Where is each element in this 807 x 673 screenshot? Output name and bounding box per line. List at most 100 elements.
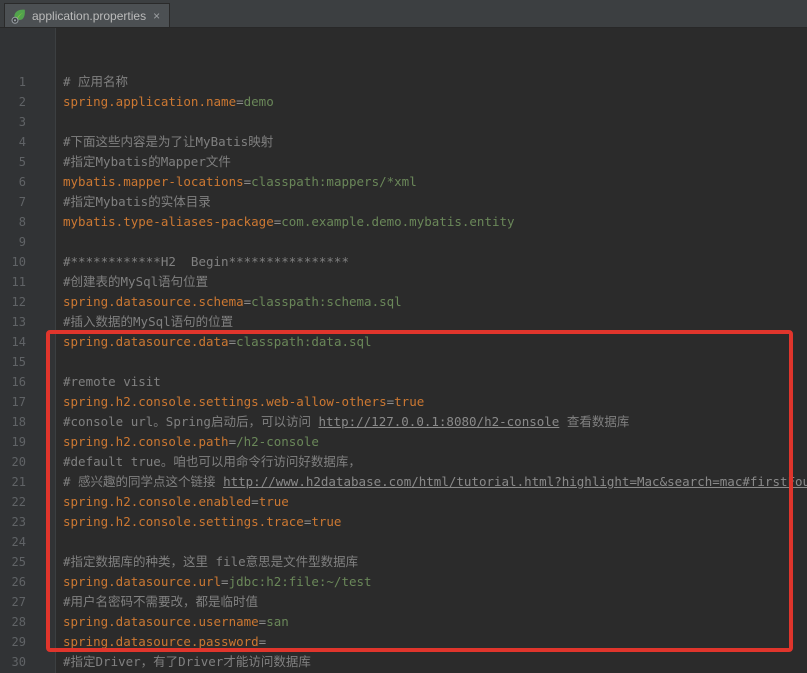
line-number: 18 — [11, 415, 26, 429]
code-line[interactable]: 7 #指定Mybatis的实体目录 — [0, 192, 807, 212]
code-text: spring.h2.console.path=/h2-console — [63, 434, 319, 449]
code-text: #default true。咱也可以用命令行访问好数据库， — [63, 454, 361, 469]
code-line[interactable]: 28 spring.datasource.username=san — [0, 612, 807, 632]
line-number: 14 — [11, 335, 26, 349]
code-line[interactable]: 9 — [0, 232, 807, 252]
line-number: 20 — [11, 455, 26, 469]
tab-application-properties[interactable]: application.properties × — [4, 3, 171, 27]
code-line[interactable]: 25 #指定数据库的种类，这里 file意思是文件型数据库 — [0, 552, 807, 572]
code-text: #插入数据的MySql语句的位置 — [63, 314, 234, 329]
line-number: 27 — [11, 595, 26, 609]
line-number: 8 — [18, 215, 26, 229]
code-line[interactable]: 13 #插入数据的MySql语句的位置 — [0, 312, 807, 332]
code-line[interactable]: 24 — [0, 532, 807, 552]
line-number: 6 — [18, 175, 26, 189]
line-number: 28 — [11, 615, 26, 629]
code-line[interactable]: 1 # 应用名称 — [0, 72, 807, 92]
code-line[interactable]: 15 — [0, 352, 807, 372]
line-number: 12 — [11, 295, 26, 309]
line-number: 1 — [18, 75, 26, 89]
code-text: spring.h2.console.settings.web-allow-oth… — [63, 394, 425, 409]
line-number: 19 — [11, 435, 26, 449]
hyperlink[interactable]: http://127.0.0.1:8080/h2-console — [319, 414, 560, 429]
line-number: 11 — [11, 275, 26, 289]
code-text: #创建表的MySql语句位置 — [63, 274, 209, 289]
code-line[interactable]: 10 #************H2 Begin**************** — [0, 252, 807, 272]
line-number: 3 — [18, 115, 26, 129]
line-number: 26 — [11, 575, 26, 589]
tab-title: application.properties — [32, 8, 147, 23]
code-line[interactable]: 6 mybatis.mapper-locations=classpath:mapp… — [0, 172, 807, 192]
line-number: 24 — [11, 535, 26, 549]
code-text: #remote visit — [63, 374, 161, 389]
code-text: # 应用名称 — [63, 74, 129, 89]
line-number: 25 — [11, 555, 26, 569]
line-number: 16 — [11, 375, 26, 389]
code-text: #用户名密码不需要改，都是临时值 — [63, 594, 259, 609]
line-number: 30 — [11, 655, 26, 669]
line-number: 5 — [18, 155, 26, 169]
line-number: 23 — [11, 515, 26, 529]
code-text: mybatis.type-aliases-package=com.example… — [63, 214, 515, 229]
code-text: spring.datasource.data=classpath:data.sq… — [63, 334, 372, 349]
code-line[interactable]: 18 #console url。Spring启动后，可以访问 http://127… — [0, 412, 807, 432]
code-text: spring.datasource.url=jdbc:h2:file:~/tes… — [63, 574, 372, 589]
line-number: 21 — [11, 475, 26, 489]
ide-window: application.properties × 1 # 应用名称 2 spring.… — [0, 0, 807, 673]
code-line[interactable]: 8 mybatis.type-aliases-package=com.exampl… — [0, 212, 807, 232]
code-line[interactable]: 17 spring.h2.console.settings.web-allow-o… — [0, 392, 807, 412]
code-line[interactable]: 19 spring.h2.console.path=/h2-console — [0, 432, 807, 452]
spring-properties-file-icon — [11, 8, 27, 24]
line-number: 15 — [11, 355, 26, 369]
code-line[interactable]: 16 #remote visit — [0, 372, 807, 392]
line-number: 2 — [18, 95, 26, 109]
code-line[interactable]: 23 spring.h2.console.settings.trace=true — [0, 512, 807, 532]
code-editor[interactable]: 1 # 应用名称 2 spring.application.name=demo 3 4 #下… — [0, 28, 807, 673]
code-text: #指定Mybatis的Mapper文件 — [63, 154, 231, 169]
code-text: spring.application.name=demo — [63, 94, 274, 109]
code-line[interactable]: 22 spring.h2.console.enabled=true — [0, 492, 807, 512]
code-text: #console url。Spring启动后，可以访问 http://127.0… — [63, 414, 630, 429]
code-line[interactable]: 20 #default true。咱也可以用命令行访问好数据库， — [0, 452, 807, 472]
code-text: spring.datasource.username=san — [63, 614, 289, 629]
line-number: 7 — [18, 195, 26, 209]
code-line[interactable]: 3 — [0, 112, 807, 132]
code-text: #************H2 Begin**************** — [63, 254, 349, 269]
code-line[interactable]: 21 # 感兴趣的同学点这个链接 http://www.h2database.co… — [0, 472, 807, 492]
code-line[interactable]: 2 spring.application.name=demo — [0, 92, 807, 112]
code-text: #指定数据库的种类，这里 file意思是文件型数据库 — [63, 554, 359, 569]
line-number: 29 — [11, 635, 26, 649]
code-line[interactable]: 26 spring.datasource.url=jdbc:h2:file:~/t… — [0, 572, 807, 592]
code-text: #下面这些内容是为了让MyBatis映射 — [63, 134, 274, 149]
hyperlink[interactable]: http://www.h2database.com/html/tutorial.… — [223, 474, 807, 489]
code-text: spring.datasource.schema=classpath:schem… — [63, 294, 402, 309]
code-line[interactable]: 27 #用户名密码不需要改，都是临时值 — [0, 592, 807, 612]
line-number: 4 — [18, 135, 26, 149]
editor-tab-bar: application.properties × — [0, 0, 807, 28]
line-number: 22 — [11, 495, 26, 509]
line-number: 10 — [11, 255, 26, 269]
code-line[interactable]: 11 #创建表的MySql语句位置 — [0, 272, 807, 292]
code-text: #指定Mybatis的实体目录 — [63, 194, 211, 209]
code-line[interactable]: 5 #指定Mybatis的Mapper文件 — [0, 152, 807, 172]
code-line[interactable]: 30 #指定Driver，有了Driver才能访问数据库 — [0, 652, 807, 672]
code-line[interactable]: 12 spring.datasource.schema=classpath:sch… — [0, 292, 807, 312]
code-text: spring.datasource.password= — [63, 634, 267, 649]
code-text: spring.h2.console.settings.trace=true — [63, 514, 342, 529]
tab-close-icon[interactable]: × — [151, 9, 162, 23]
code-line[interactable]: 14 spring.datasource.data=classpath:data.… — [0, 332, 807, 352]
code-text: mybatis.mapper-locations=classpath:mappe… — [63, 174, 417, 189]
code-text: # 感兴趣的同学点这个链接 http://www.h2database.com/… — [26, 472, 807, 492]
code-line[interactable]: 29 spring.datasource.password= — [0, 632, 807, 652]
line-number: 13 — [11, 315, 26, 329]
line-number: 9 — [18, 235, 26, 249]
code-lines: 1 # 应用名称 2 spring.application.name=demo 3 4 #下… — [0, 72, 807, 673]
code-text: #指定Driver，有了Driver才能访问数据库 — [63, 654, 311, 669]
code-text: spring.h2.console.enabled=true — [63, 494, 289, 509]
code-line[interactable]: 4 #下面这些内容是为了让MyBatis映射 — [0, 132, 807, 152]
line-number: 17 — [11, 395, 26, 409]
